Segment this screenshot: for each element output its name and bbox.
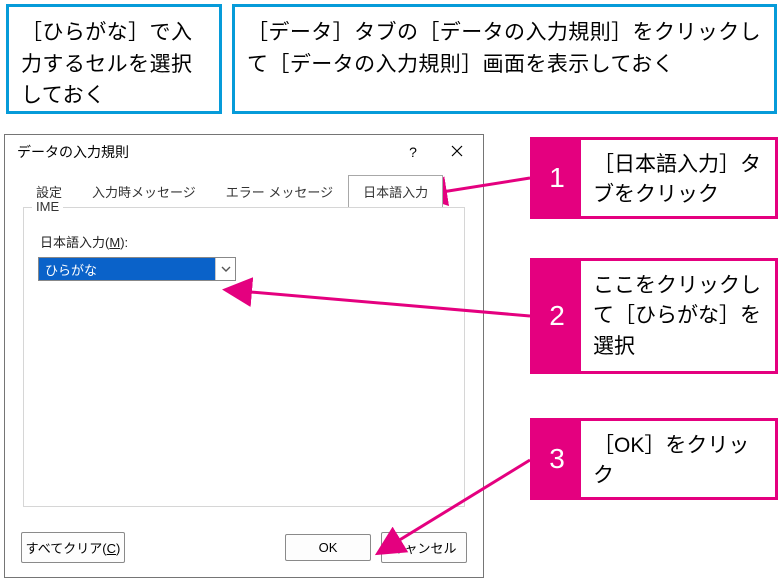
cancel-label: キャンセル [391,541,456,556]
instruction-box-left: ［ひらがな］で入力するセルを選択しておく [6,4,222,114]
callout-1: 1 ［日本語入力］タブをクリック [530,137,778,219]
tab-error-alert[interactable]: エラー メッセージ [211,175,348,207]
tab-label: 入力時メッセージ [92,185,196,200]
close-button[interactable] [435,137,479,167]
tab-label: 設定 [36,185,62,200]
help-button[interactable]: ? [391,137,435,167]
ime-mode-combobox[interactable]: ひらがな [38,257,236,281]
callout-text: ここをクリックして［ひらがな］を選択 [581,261,775,371]
help-icon: ? [409,144,417,160]
ok-label: OK [319,540,338,555]
tab-label: 日本語入力 [363,185,428,200]
instruction-text: ［データ］タブの［データの入力規則］をクリックして［データの入力規則］画面を表示… [247,21,761,76]
ime-mode-label: 日本語入力(M): [40,232,450,251]
tab-strip: 設定 入力時メッセージ エラー メッセージ 日本語入力 [5,169,483,207]
instruction-text: ［ひらがな］で入力するセルを選択しておく [21,21,192,107]
combobox-value: ひらがな [39,258,215,280]
combobox-dropdown-button[interactable] [215,258,235,280]
title-bar: データの入力規則 ? [5,135,483,169]
callout-3: 3 ［OK］をクリック [530,418,778,500]
callout-2: 2 ここをクリックして［ひらがな］を選択 [530,258,778,374]
tab-label: エラー メッセージ [226,185,333,200]
callout-number: 1 [533,140,581,216]
callout-number: 3 [533,421,581,497]
tab-input-message[interactable]: 入力時メッセージ [77,175,211,207]
dialog-button-bar: すべてクリア(C) OK キャンセル [5,532,483,563]
callout-text: ［OK］をクリック [581,421,775,497]
instruction-box-right: ［データ］タブの［データの入力規則］をクリックして［データの入力規則］画面を表示… [232,4,777,114]
clear-all-button[interactable]: すべてクリア(C) [21,532,125,563]
data-validation-dialog: データの入力規則 ? 設定 入力時メッセージ エラー メッセージ 日本語入力 I… [4,134,484,578]
ime-group: IME 日本語入力(M): ひらがな [23,207,465,507]
close-icon [451,144,463,160]
tab-ime[interactable]: 日本語入力 [348,175,443,207]
chevron-down-icon [221,262,231,277]
ime-group-label: IME [32,199,63,214]
ok-button[interactable]: OK [285,534,371,561]
callout-number: 2 [533,261,581,371]
cancel-button[interactable]: キャンセル [381,532,467,563]
callout-text: ［日本語入力］タブをクリック [581,140,775,216]
dialog-title: データの入力規則 [17,142,391,162]
